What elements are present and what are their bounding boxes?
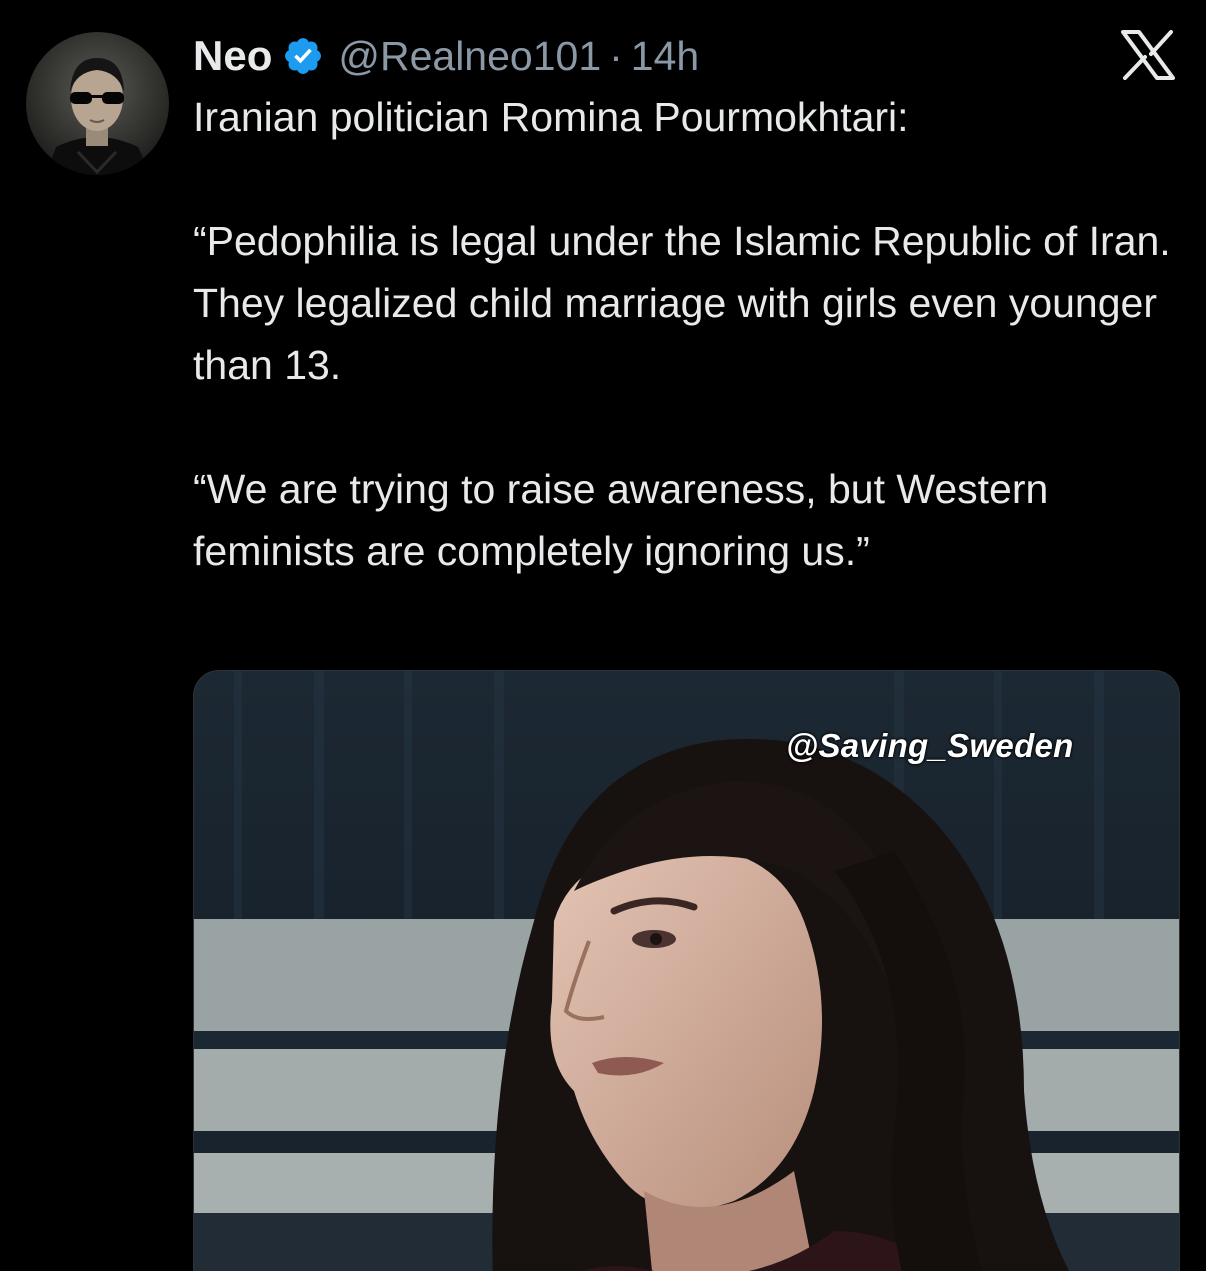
avatar-image [26,32,169,175]
separator-dot: · [609,32,623,79]
tweet-paragraph: “We are trying to raise awareness, but W… [193,466,1060,574]
author-handle[interactable]: @Realneo101 [338,33,601,80]
tweet-header: Neo @Realneo101 · 14h [193,28,699,84]
verified-badge-icon[interactable] [282,35,324,77]
tweet-paragraph: “Pedophilia is legal under the Islamic R… [193,218,1182,388]
tweet-text: Iranian politician Romina Pourmokhtari: … [193,86,1193,582]
x-logo-icon [1120,30,1176,80]
timestamp[interactable]: 14h [631,33,699,80]
tweet-paragraph: Iranian politician Romina Pourmokhtari: [193,94,909,140]
tweet-card[interactable]: Neo @Realneo101 · 14h Iranian politician… [0,0,1206,1271]
display-name[interactable]: Neo [193,32,272,80]
avatar[interactable] [26,32,169,175]
video-thumbnail[interactable]: @Saving_Sweden [193,670,1180,1271]
video-watermark: @Saving_Sweden [786,727,1074,764]
